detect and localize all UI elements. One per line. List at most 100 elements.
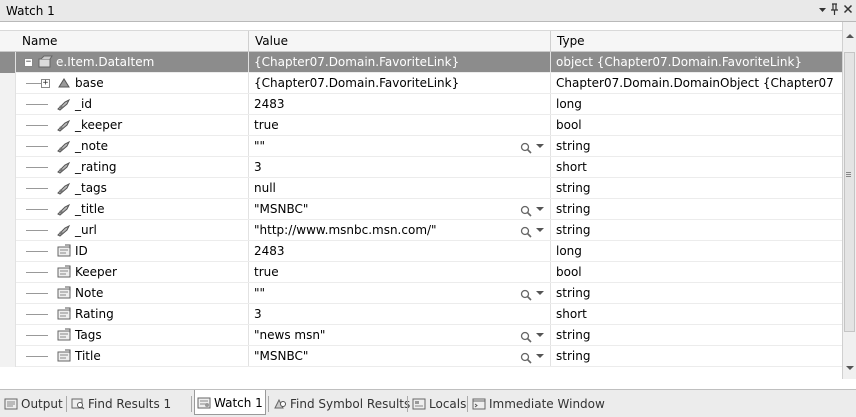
name-cell: _note xyxy=(16,136,249,156)
watch-row[interactable]: Tags "news msn" string xyxy=(0,325,842,346)
value-cell[interactable]: 3 xyxy=(249,157,551,177)
value-cell[interactable]: 2483 xyxy=(249,94,551,114)
pin-icon[interactable] xyxy=(830,3,839,19)
value-text: 3 xyxy=(254,307,262,321)
watch-row[interactable]: _title "MSNBC" string xyxy=(0,199,842,220)
value-cell[interactable]: "news msn" xyxy=(249,325,551,345)
watch-rows: − e.Item.DataItem {Chapter07.Domain.Favori… xyxy=(0,52,842,367)
tree-connector xyxy=(26,272,48,273)
vertical-scrollbar[interactable] xyxy=(842,22,856,379)
variable-name: Rating xyxy=(75,307,114,321)
value-cell[interactable]: {Chapter07.Domain.FavoriteLink} xyxy=(249,52,551,72)
object-icon xyxy=(37,55,53,69)
field-icon xyxy=(56,160,72,174)
tab-find-symbol-results[interactable]: Find Symbol Results xyxy=(271,393,412,415)
property-icon xyxy=(56,349,72,363)
visualizer-magnifier-icon[interactable] xyxy=(520,329,532,343)
base-class-icon xyxy=(56,76,72,90)
visualizer-dropdown-icon[interactable] xyxy=(536,144,544,148)
type-cell: object {Chapter07.Domain.FavoriteLink} xyxy=(556,55,803,69)
variable-name: Title xyxy=(75,349,101,363)
visualizer-magnifier-icon[interactable] xyxy=(520,350,532,364)
visualizer-magnifier-icon[interactable] xyxy=(520,140,532,154)
watch-row[interactable]: _keeper true bool xyxy=(0,115,842,136)
type-cell: long xyxy=(556,244,582,258)
visualizer-dropdown-icon[interactable] xyxy=(536,333,544,337)
tab-output[interactable]: Output xyxy=(2,393,65,415)
watch-row[interactable]: + base {Chapter07.Domain.FavoriteLink} Chap… xyxy=(0,73,842,94)
watch-row[interactable]: _note "" string xyxy=(0,136,842,157)
value-text: {Chapter07.Domain.FavoriteLink} xyxy=(254,76,460,90)
watch-row[interactable]: ID 2483 long xyxy=(0,241,842,262)
column-value-header[interactable]: Value xyxy=(249,31,551,52)
row-gutter xyxy=(0,346,16,367)
watch-row[interactable]: _rating 3 short xyxy=(0,157,842,178)
visualizer-dropdown-icon[interactable] xyxy=(536,291,544,295)
tab-watch-1[interactable]: Watch 1 xyxy=(194,390,266,415)
value-cell[interactable]: null xyxy=(249,178,551,198)
find-results-icon xyxy=(71,397,88,411)
value-cell[interactable]: 2483 xyxy=(249,241,551,261)
row-gutter xyxy=(0,94,16,115)
tab-separator xyxy=(407,396,408,412)
value-cell[interactable]: "MSNBC" xyxy=(249,199,551,219)
window-position-dropdown-icon[interactable] xyxy=(818,3,827,18)
tree-connector xyxy=(26,314,48,315)
tree-connector xyxy=(26,188,48,189)
column-name-header[interactable]: Name xyxy=(16,31,249,52)
value-cell[interactable]: true xyxy=(249,262,551,282)
value-cell[interactable]: "MSNBC" xyxy=(249,346,551,366)
row-gutter xyxy=(0,178,16,199)
tree-connector xyxy=(26,209,48,210)
watch-row[interactable]: _id 2483 long xyxy=(0,94,842,115)
type-cell: short xyxy=(556,160,587,174)
type-cell: bool xyxy=(556,265,582,279)
watch-row[interactable]: Title "MSNBC" string xyxy=(0,346,842,367)
tab-label: Find Symbol Results xyxy=(290,397,411,411)
close-icon[interactable] xyxy=(843,3,853,18)
watch-row[interactable]: − e.Item.DataItem {Chapter07.Domain.Favori… xyxy=(0,52,842,73)
name-cell: + base xyxy=(16,73,249,93)
visualizer-dropdown-icon[interactable] xyxy=(536,207,544,211)
scroll-up-arrow-icon[interactable] xyxy=(846,34,854,38)
value-cell[interactable]: true xyxy=(249,115,551,135)
tab-find-results-1[interactable]: Find Results 1 xyxy=(69,393,173,415)
collapse-icon[interactable]: − xyxy=(24,58,33,67)
tree-connector xyxy=(26,125,48,126)
tab-separator xyxy=(268,396,269,412)
watch-row[interactable]: Keeper true bool xyxy=(0,262,842,283)
visualizer-dropdown-icon[interactable] xyxy=(536,354,544,358)
name-cell: _url xyxy=(16,220,249,240)
variable-name: _keeper xyxy=(75,118,123,132)
value-cell[interactable]: "" xyxy=(249,283,551,303)
tab-label: Find Results 1 xyxy=(88,397,172,411)
tab-locals[interactable]: Locals xyxy=(410,393,468,415)
value-text: 2483 xyxy=(254,97,285,111)
tab-immediate-window[interactable]: Immediate Window xyxy=(470,393,607,415)
type-cell: string xyxy=(556,139,591,153)
visualizer-magnifier-icon[interactable] xyxy=(520,203,532,217)
expand-icon[interactable]: + xyxy=(41,79,50,88)
value-cell[interactable]: 3 xyxy=(249,304,551,324)
row-gutter xyxy=(0,262,16,283)
column-type-header[interactable]: Type xyxy=(551,31,842,52)
scroll-thumb[interactable] xyxy=(844,52,855,332)
watch-row[interactable]: Rating 3 short xyxy=(0,304,842,325)
value-text: {Chapter07.Domain.FavoriteLink} xyxy=(254,55,460,69)
visualizer-magnifier-icon[interactable] xyxy=(520,224,532,238)
field-icon xyxy=(56,202,72,216)
watch-row[interactable]: Note "" string xyxy=(0,283,842,304)
name-cell: ID xyxy=(16,241,249,261)
locals-icon xyxy=(412,397,429,411)
visualizer-magnifier-icon[interactable] xyxy=(520,287,532,301)
watch-row[interactable]: _tags null string xyxy=(0,178,842,199)
visualizer-dropdown-icon[interactable] xyxy=(536,228,544,232)
variable-name: _title xyxy=(75,202,105,216)
name-cell: Note xyxy=(16,283,249,303)
value-cell[interactable]: {Chapter07.Domain.FavoriteLink} xyxy=(249,73,551,93)
value-cell[interactable]: "" xyxy=(249,136,551,156)
watch-row[interactable]: _url "http://www.msnbc.msn.com/" string xyxy=(0,220,842,241)
value-cell[interactable]: "http://www.msnbc.msn.com/" xyxy=(249,220,551,240)
row-gutter xyxy=(0,157,16,178)
scroll-down-arrow-icon[interactable] xyxy=(846,366,854,370)
